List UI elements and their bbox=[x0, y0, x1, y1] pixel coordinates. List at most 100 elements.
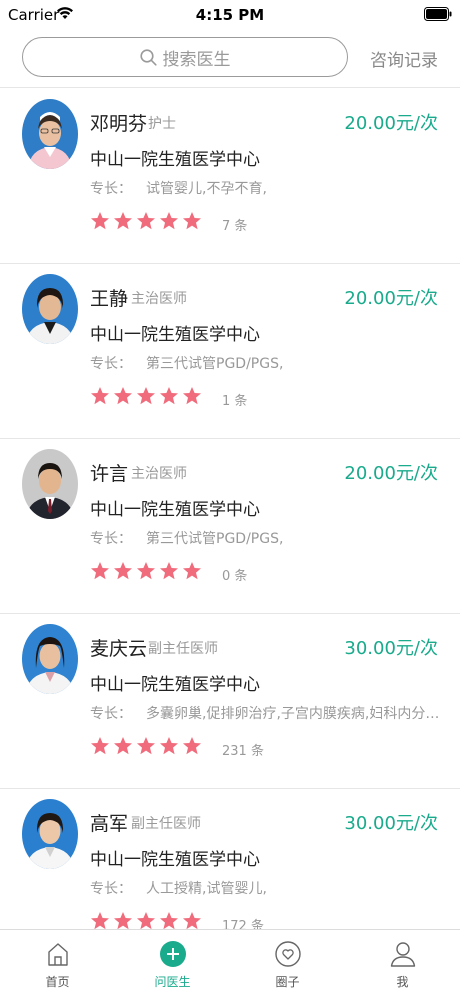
doctor-card[interactable]: 高军 副主任医师 30.00元/次 中山一院生殖医学中心 专长： 人工授精,试管婴… bbox=[0, 789, 460, 929]
specialty-label: 专长： bbox=[90, 181, 132, 197]
doctor-card[interactable]: 邓明芬 护士 20.00元/次 中山一院生殖医学中心 专长： 试管婴儿,不孕不育,… bbox=[0, 89, 460, 264]
hospital-name: 中山一院生殖医学中心 bbox=[90, 150, 260, 170]
star-icon bbox=[137, 737, 155, 755]
hospital-name: 中山一院生殖医学中心 bbox=[90, 325, 260, 345]
consult-price: 30.00元/次 bbox=[344, 813, 438, 834]
doctor-specialty: 专长： 试管婴儿,不孕不育, bbox=[90, 178, 440, 198]
star-icon bbox=[91, 387, 109, 405]
doctor-avatar bbox=[22, 624, 78, 694]
hospital-name: 中山一院生殖医学中心 bbox=[90, 500, 260, 520]
specialty-text: 人工授精,试管婴儿, bbox=[146, 881, 267, 897]
review-count: 231 条 bbox=[222, 744, 264, 759]
doctor-card[interactable]: 麦庆云 副主任医师 30.00元/次 中山一院生殖医学中心 专长： 多囊卵巢,促排… bbox=[0, 614, 460, 789]
star-icon bbox=[114, 912, 132, 929]
star-icon bbox=[114, 562, 132, 580]
doctor-title: 主治医师 bbox=[131, 291, 187, 307]
review-count: 1 条 bbox=[222, 394, 248, 409]
star-icon bbox=[91, 912, 109, 929]
tab-me[interactable]: 我 bbox=[345, 930, 460, 996]
star-icon bbox=[183, 737, 201, 755]
doctor-avatar bbox=[22, 274, 78, 344]
star-icon bbox=[114, 387, 132, 405]
doctor-specialty: 专长： 多囊卵巢,促排卵治疗,子宫内膜疾病,妇科内分泌疾… bbox=[90, 703, 440, 723]
star-icon bbox=[137, 387, 155, 405]
tab-ask-doctor[interactable]: 问医生 bbox=[115, 930, 230, 996]
doctor-name: 邓明芬 bbox=[90, 113, 148, 135]
specialty-text: 第三代试管PGD/PGS, bbox=[146, 356, 284, 372]
header: 搜索医生 咨询记录 bbox=[0, 30, 460, 88]
doctor-card[interactable]: 王静 主治医师 20.00元/次 中山一院生殖医学中心 专长： 第三代试管PGD/… bbox=[0, 264, 460, 439]
hospital-name: 中山一院生殖医学中心 bbox=[90, 850, 260, 870]
tab-label: 圈子 bbox=[275, 975, 300, 989]
tab-label: 问医生 bbox=[154, 975, 191, 989]
doctor-card[interactable]: 许言 主治医师 20.00元/次 中山一院生殖医学中心 专长： 第三代试管PGD/… bbox=[0, 439, 460, 614]
rating-stars bbox=[90, 911, 202, 929]
star-icon bbox=[183, 212, 201, 230]
doctor-avatar bbox=[22, 799, 78, 869]
specialty-label: 专长： bbox=[90, 356, 132, 372]
specialty-label: 专长： bbox=[90, 531, 132, 547]
star-icon bbox=[114, 212, 132, 230]
star-icon bbox=[160, 737, 178, 755]
tab-circle[interactable]: 圈子 bbox=[230, 930, 345, 996]
ask-doctor-icon bbox=[159, 941, 186, 967]
consult-price: 20.00元/次 bbox=[344, 463, 438, 484]
tab-label: 我 bbox=[396, 975, 409, 989]
consult-price: 20.00元/次 bbox=[344, 113, 438, 134]
star-icon bbox=[183, 387, 201, 405]
specialty-label: 专长： bbox=[90, 881, 132, 897]
circle-heart-icon bbox=[274, 941, 301, 967]
battery-icon bbox=[424, 7, 452, 21]
search-input[interactable]: 搜索医生 bbox=[22, 37, 348, 77]
specialty-label: 专长： bbox=[90, 706, 132, 722]
doctor-avatar bbox=[22, 449, 78, 519]
review-count: 0 条 bbox=[222, 569, 248, 584]
star-icon bbox=[137, 212, 155, 230]
doctor-name: 许言 bbox=[90, 463, 129, 485]
star-icon bbox=[160, 912, 178, 929]
review-count: 7 条 bbox=[222, 219, 248, 234]
rating-stars bbox=[90, 736, 202, 760]
star-icon bbox=[91, 562, 109, 580]
doctor-title: 主治医师 bbox=[131, 466, 187, 482]
star-icon bbox=[183, 562, 201, 580]
specialty-text: 试管婴儿,不孕不育, bbox=[146, 181, 267, 197]
star-icon bbox=[160, 212, 178, 230]
tab-home[interactable]: 首页 bbox=[0, 930, 115, 996]
doctor-avatar bbox=[22, 99, 78, 169]
tab-label: 首页 bbox=[45, 975, 70, 989]
tab-bar: 首页 问医生 圈子 我 bbox=[0, 929, 460, 996]
star-icon bbox=[160, 562, 178, 580]
specialty-text: 第三代试管PGD/PGS, bbox=[146, 531, 284, 547]
doctor-name: 麦庆云 bbox=[90, 638, 148, 660]
specialty-text: 多囊卵巢,促排卵治疗,子宫内膜疾病,妇科内分泌疾… bbox=[146, 706, 440, 722]
consult-price: 20.00元/次 bbox=[344, 288, 438, 309]
home-icon bbox=[47, 943, 68, 966]
star-icon bbox=[137, 562, 155, 580]
star-icon bbox=[91, 212, 109, 230]
doctor-specialty: 专长： 第三代试管PGD/PGS, bbox=[90, 528, 440, 548]
doctor-title: 副主任医师 bbox=[131, 816, 201, 832]
doctor-specialty: 专长： 第三代试管PGD/PGS, bbox=[90, 353, 440, 373]
status-bar: Carrier 4:15 PM bbox=[0, 0, 460, 30]
rating-stars bbox=[90, 386, 202, 410]
doctor-list: 邓明芬 护士 20.00元/次 中山一院生殖医学中心 专长： 试管婴儿,不孕不育,… bbox=[0, 89, 460, 929]
clock: 4:15 PM bbox=[195, 6, 265, 24]
rating-stars bbox=[90, 561, 202, 585]
doctor-name: 高军 bbox=[90, 813, 129, 835]
star-icon bbox=[114, 737, 132, 755]
consult-history-link[interactable]: 咨询记录 bbox=[370, 46, 438, 71]
consult-price: 30.00元/次 bbox=[344, 638, 438, 659]
rating-stars bbox=[90, 211, 202, 235]
doctor-title: 护士 bbox=[148, 116, 176, 132]
profile-icon bbox=[390, 942, 415, 967]
doctor-title: 副主任医师 bbox=[148, 641, 218, 657]
hospital-name: 中山一院生殖医学中心 bbox=[90, 675, 260, 695]
search-placeholder: 搜索医生 bbox=[162, 49, 231, 70]
star-icon bbox=[160, 387, 178, 405]
star-icon bbox=[137, 912, 155, 929]
review-count: 172 条 bbox=[222, 919, 264, 929]
doctor-specialty: 专长： 人工授精,试管婴儿, bbox=[90, 878, 440, 898]
doctor-name: 王静 bbox=[90, 288, 129, 310]
search-icon bbox=[139, 48, 157, 66]
